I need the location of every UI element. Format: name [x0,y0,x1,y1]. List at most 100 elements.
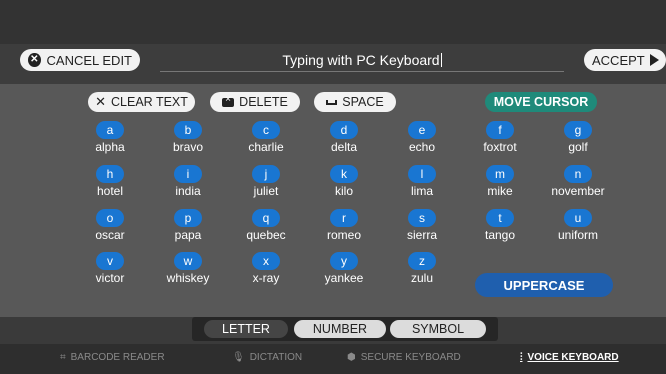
key-d[interactable]: d delta [314,121,374,154]
tab-symbol[interactable]: SYMBOL [390,320,486,338]
key-word: echo [408,140,436,154]
key-word: juliet [253,184,279,198]
key-x[interactable]: x x-ray [236,252,296,285]
key-word: quebec [246,228,286,242]
key-letter: v [96,252,124,270]
delete-button[interactable]: DELETE [210,92,300,112]
key-letter: w [174,252,202,270]
secure-keyboard-label: SECURE KEYBOARD [360,352,461,363]
tab-number[interactable]: NUMBER [294,320,386,338]
key-h[interactable]: h hotel [80,165,140,198]
key-letter: p [174,209,202,227]
key-letter: c [252,121,280,139]
key-f[interactable]: f foxtrot [470,121,530,154]
shield-icon: ⬢ [347,352,356,363]
key-letter: x [252,252,280,270]
play-arrow-icon [649,54,659,66]
key-word: kilo [334,184,353,198]
tab-letter-label: LETTER [222,322,270,336]
key-s[interactable]: s sierra [392,209,452,242]
key-word: oscar [95,228,125,242]
key-l[interactable]: l lima [392,165,452,198]
key-m[interactable]: m mike [470,165,530,198]
key-letter: d [330,121,358,139]
key-e[interactable]: e echo [392,121,452,154]
key-word: zulu [410,271,433,285]
key-r[interactable]: r romeo [314,209,374,242]
key-word: foxtrot [483,140,517,154]
key-letter: e [408,121,436,139]
text-field-value: Typing with PC Keyboard [282,52,440,68]
secure-keyboard-mode[interactable]: ⬢ SECURE KEYBOARD [347,352,461,363]
key-letter: l [408,165,436,183]
key-letter: r [330,209,358,227]
key-w[interactable]: w whiskey [158,252,218,285]
key-word: november [551,184,605,198]
key-letter: z [408,252,436,270]
key-letter: f [486,121,514,139]
cancel-edit-label: CANCEL EDIT [46,52,132,68]
key-y[interactable]: y yankee [314,252,374,285]
key-letter: n [564,165,592,183]
key-word: tango [484,228,516,242]
key-letter: b [174,121,202,139]
cancel-edit-button[interactable]: ✕ CANCEL EDIT [20,49,140,71]
key-j[interactable]: j juliet [236,165,296,198]
dictation-mode[interactable]: 🎙︎ DICTATION [232,352,302,363]
key-i[interactable]: i india [158,165,218,198]
close-icon: ✕ [95,94,107,109]
key-u[interactable]: u uniform [548,209,608,242]
key-o[interactable]: o oscar [80,209,140,242]
backspace-icon [222,94,235,107]
key-v[interactable]: v victor [80,252,140,285]
key-word: sierra [406,228,437,242]
key-word: hotel [96,184,124,198]
key-letter: a [96,121,124,139]
barcode-reader-mode[interactable]: ⌗ BARCODE READER [60,352,165,363]
key-k[interactable]: k kilo [314,165,374,198]
space-button[interactable]: SPACE [314,92,396,112]
key-t[interactable]: t tango [470,209,530,242]
key-word: x-ray [252,271,280,285]
key-p[interactable]: p papa [158,209,218,242]
text-field[interactable]: Typing with PC Keyboard [160,52,564,68]
key-word: bravo [172,140,204,154]
key-letter: o [96,209,124,227]
key-n[interactable]: n november [548,165,608,198]
tab-number-label: NUMBER [312,322,368,336]
key-letter: j [252,165,280,183]
key-g[interactable]: g golf [548,121,608,154]
uppercase-label: UPPERCASE [503,277,585,293]
key-q[interactable]: q quebec [236,209,296,242]
key-letter: g [564,121,592,139]
uppercase-button[interactable]: UPPERCASE [475,273,613,297]
key-letter: s [408,209,436,227]
key-word: whiskey [166,271,210,285]
accept-label: ACCEPT [592,52,645,68]
key-z[interactable]: z zulu [392,252,452,285]
key-b[interactable]: b bravo [158,121,218,154]
voice-keyboard-label: VOICE KEYBOARD [527,352,619,363]
tab-letter[interactable]: LETTER [204,320,288,338]
dictation-label: DICTATION [249,352,303,363]
key-word: victor [95,271,125,285]
clear-text-button[interactable]: ✕ CLEAR TEXT [88,92,195,112]
key-c[interactable]: c charlie [236,121,296,154]
key-word: lima [410,184,433,198]
accept-button[interactable]: ACCEPT [584,49,666,71]
key-word: golf [568,140,588,154]
key-letter: i [174,165,202,183]
top-band [0,0,666,44]
key-letter: k [330,165,358,183]
key-word: mike [487,184,513,198]
clear-text-label: CLEAR TEXT [111,95,188,109]
move-cursor-button[interactable]: MOVE CURSOR [485,92,597,112]
space-label: SPACE [342,95,384,109]
move-cursor-label: MOVE CURSOR [493,95,589,109]
key-word: alpha [95,140,125,154]
key-letter: q [252,209,280,227]
voice-keyboard-mode[interactable]: ⫶ VOICE KEYBOARD [520,352,619,363]
key-a[interactable]: a alpha [80,121,140,154]
voice-icon: ⫶ [520,352,523,363]
barcode-icon: ⌗ [60,352,66,363]
